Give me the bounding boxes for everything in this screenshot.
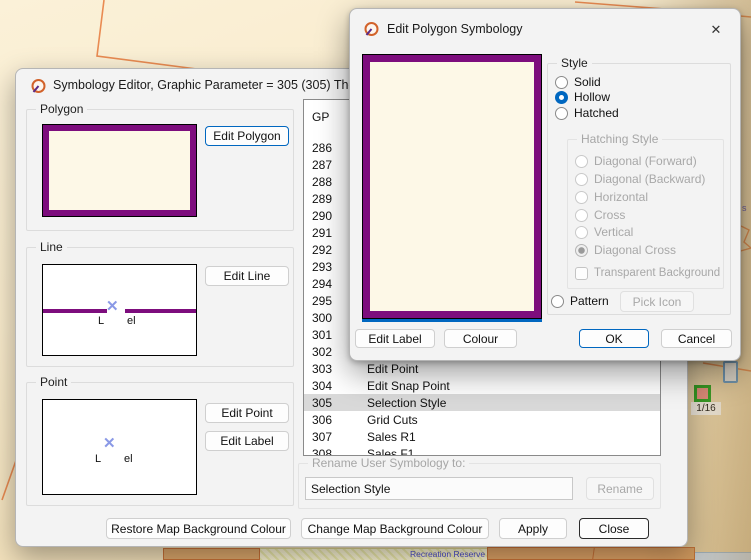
- line-symbol-left: [43, 309, 107, 313]
- app-logo-icon: [30, 78, 47, 95]
- checkbox-label: Transparent Background: [594, 267, 720, 279]
- radio-icon: [575, 226, 588, 239]
- checkbox-icon: [575, 267, 588, 280]
- list-item-selected[interactable]: 305Selection Style: [304, 394, 660, 411]
- line-symbol-right: [125, 309, 197, 313]
- point-group-label: Point: [36, 375, 71, 389]
- preview-focus-underline: [362, 319, 542, 322]
- rename-group: Rename User Symbology to: Rename: [298, 463, 661, 509]
- pick-icon-button[interactable]: Pick Icon: [620, 291, 694, 312]
- close-icon[interactable]: ✕: [704, 18, 728, 42]
- dialog-edit-polygon-symbology: Edit Polygon Symbology ✕ Style Solid Hol…: [349, 8, 741, 361]
- rename-input[interactable]: [305, 477, 573, 500]
- close-button[interactable]: Close: [579, 518, 649, 539]
- apply-button[interactable]: Apply: [499, 518, 567, 539]
- map-parcel-orange-left: [163, 548, 260, 560]
- radio-diagonal-cross: Diagonal Cross: [575, 243, 676, 257]
- dialog-title: Edit Polygon Symbology: [387, 22, 687, 36]
- point-label-left: L: [95, 453, 101, 465]
- radio-icon: [575, 209, 588, 222]
- radio-diagonal-backward: Diagonal (Backward): [575, 172, 705, 186]
- rename-group-label: Rename User Symbology to:: [308, 456, 469, 470]
- radio-icon[interactable]: [551, 295, 564, 308]
- radio-diagonal-forward: Diagonal (Forward): [575, 154, 697, 168]
- radio-label: Diagonal Cross: [594, 243, 676, 257]
- radio-label: Diagonal (Forward): [594, 154, 697, 168]
- map-label-recreation-reserve: Recreation Reserve: [410, 549, 485, 559]
- list-item[interactable]: 307Sales R1: [304, 428, 660, 445]
- line-preview: ✕ L el: [42, 264, 197, 356]
- restore-map-background-colour-button[interactable]: Restore Map Background Colour: [106, 518, 291, 539]
- edit-point-button[interactable]: Edit Point: [205, 403, 289, 423]
- polygon-symbology-preview-border: [363, 55, 541, 318]
- colour-button[interactable]: Colour: [444, 329, 517, 348]
- line-x-marker-icon: ✕: [106, 299, 119, 314]
- list-item[interactable]: 303Edit Point: [304, 360, 660, 377]
- edit-label-button-back[interactable]: Edit Label: [205, 431, 289, 451]
- point-preview: ✕ L el: [42, 399, 197, 495]
- radio-icon: [575, 191, 588, 204]
- radio-label: Cross: [594, 208, 625, 222]
- radio-label: Hollow: [574, 90, 610, 104]
- change-map-background-colour-button[interactable]: Change Map Background Colour: [301, 518, 489, 539]
- polygon-symbology-preview: [362, 54, 542, 319]
- edit-label-button[interactable]: Edit Label: [355, 329, 435, 348]
- point-x-marker-icon: ✕: [103, 436, 116, 451]
- radio-solid[interactable]: Solid: [555, 75, 601, 89]
- gp-column-header: GP: [312, 110, 329, 124]
- list-item[interactable]: 304Edit Snap Point: [304, 377, 660, 394]
- radio-label: Hatched: [574, 106, 619, 120]
- radio-icon[interactable]: [555, 76, 568, 89]
- polygon-preview: [42, 124, 197, 217]
- rename-button[interactable]: Rename: [586, 477, 654, 500]
- radio-label: Diagonal (Backward): [594, 172, 705, 186]
- style-group: Style Solid Hollow Hatched Hatching Styl…: [547, 63, 731, 315]
- point-label-right: el: [124, 453, 133, 465]
- polygon-preview-border: [43, 125, 196, 216]
- line-group: Line ✕ L el Edit Line: [26, 247, 294, 367]
- radio-horizontal: Horizontal: [575, 190, 648, 204]
- radio-label: Solid: [574, 75, 601, 89]
- radio-cross: Cross: [575, 208, 625, 222]
- line-label-right: el: [127, 315, 136, 327]
- style-group-label: Style: [557, 56, 592, 70]
- list-item[interactable]: 308Sales F1: [304, 445, 660, 456]
- radio-icon: [575, 173, 588, 186]
- radio-hatched[interactable]: Hatched: [555, 106, 619, 120]
- cancel-button[interactable]: Cancel: [661, 329, 732, 348]
- point-group: Point ✕ L el Edit Point Edit Label: [26, 382, 294, 506]
- hatching-style-group-label: Hatching Style: [577, 132, 662, 146]
- radio-label: Horizontal: [594, 190, 648, 204]
- list-item[interactable]: 306Grid Cuts: [304, 411, 660, 428]
- radio-label: Pattern: [570, 294, 609, 308]
- radio-selected-icon[interactable]: [555, 91, 568, 104]
- radio-icon[interactable]: [555, 107, 568, 120]
- hatching-style-group: Hatching Style Diagonal (Forward) Diagon…: [567, 139, 724, 289]
- polygon-group-label: Polygon: [36, 102, 87, 116]
- radio-selected-disabled-icon: [575, 244, 588, 257]
- line-group-label: Line: [36, 240, 67, 254]
- edit-polygon-button[interactable]: Edit Polygon: [205, 126, 289, 146]
- app-logo-icon: [363, 21, 380, 38]
- radio-icon: [575, 155, 588, 168]
- radio-vertical: Vertical: [575, 225, 633, 239]
- radio-label: Vertical: [594, 225, 633, 239]
- radio-hollow[interactable]: Hollow: [555, 90, 610, 104]
- edit-line-button[interactable]: Edit Line: [205, 266, 289, 286]
- polygon-group: Polygon Edit Polygon: [26, 109, 294, 231]
- radio-pattern[interactable]: Pattern: [551, 294, 609, 308]
- checkbox-transparent-background: Transparent Background: [575, 266, 720, 280]
- ok-button[interactable]: OK: [579, 329, 649, 348]
- line-label-left: L: [98, 315, 104, 327]
